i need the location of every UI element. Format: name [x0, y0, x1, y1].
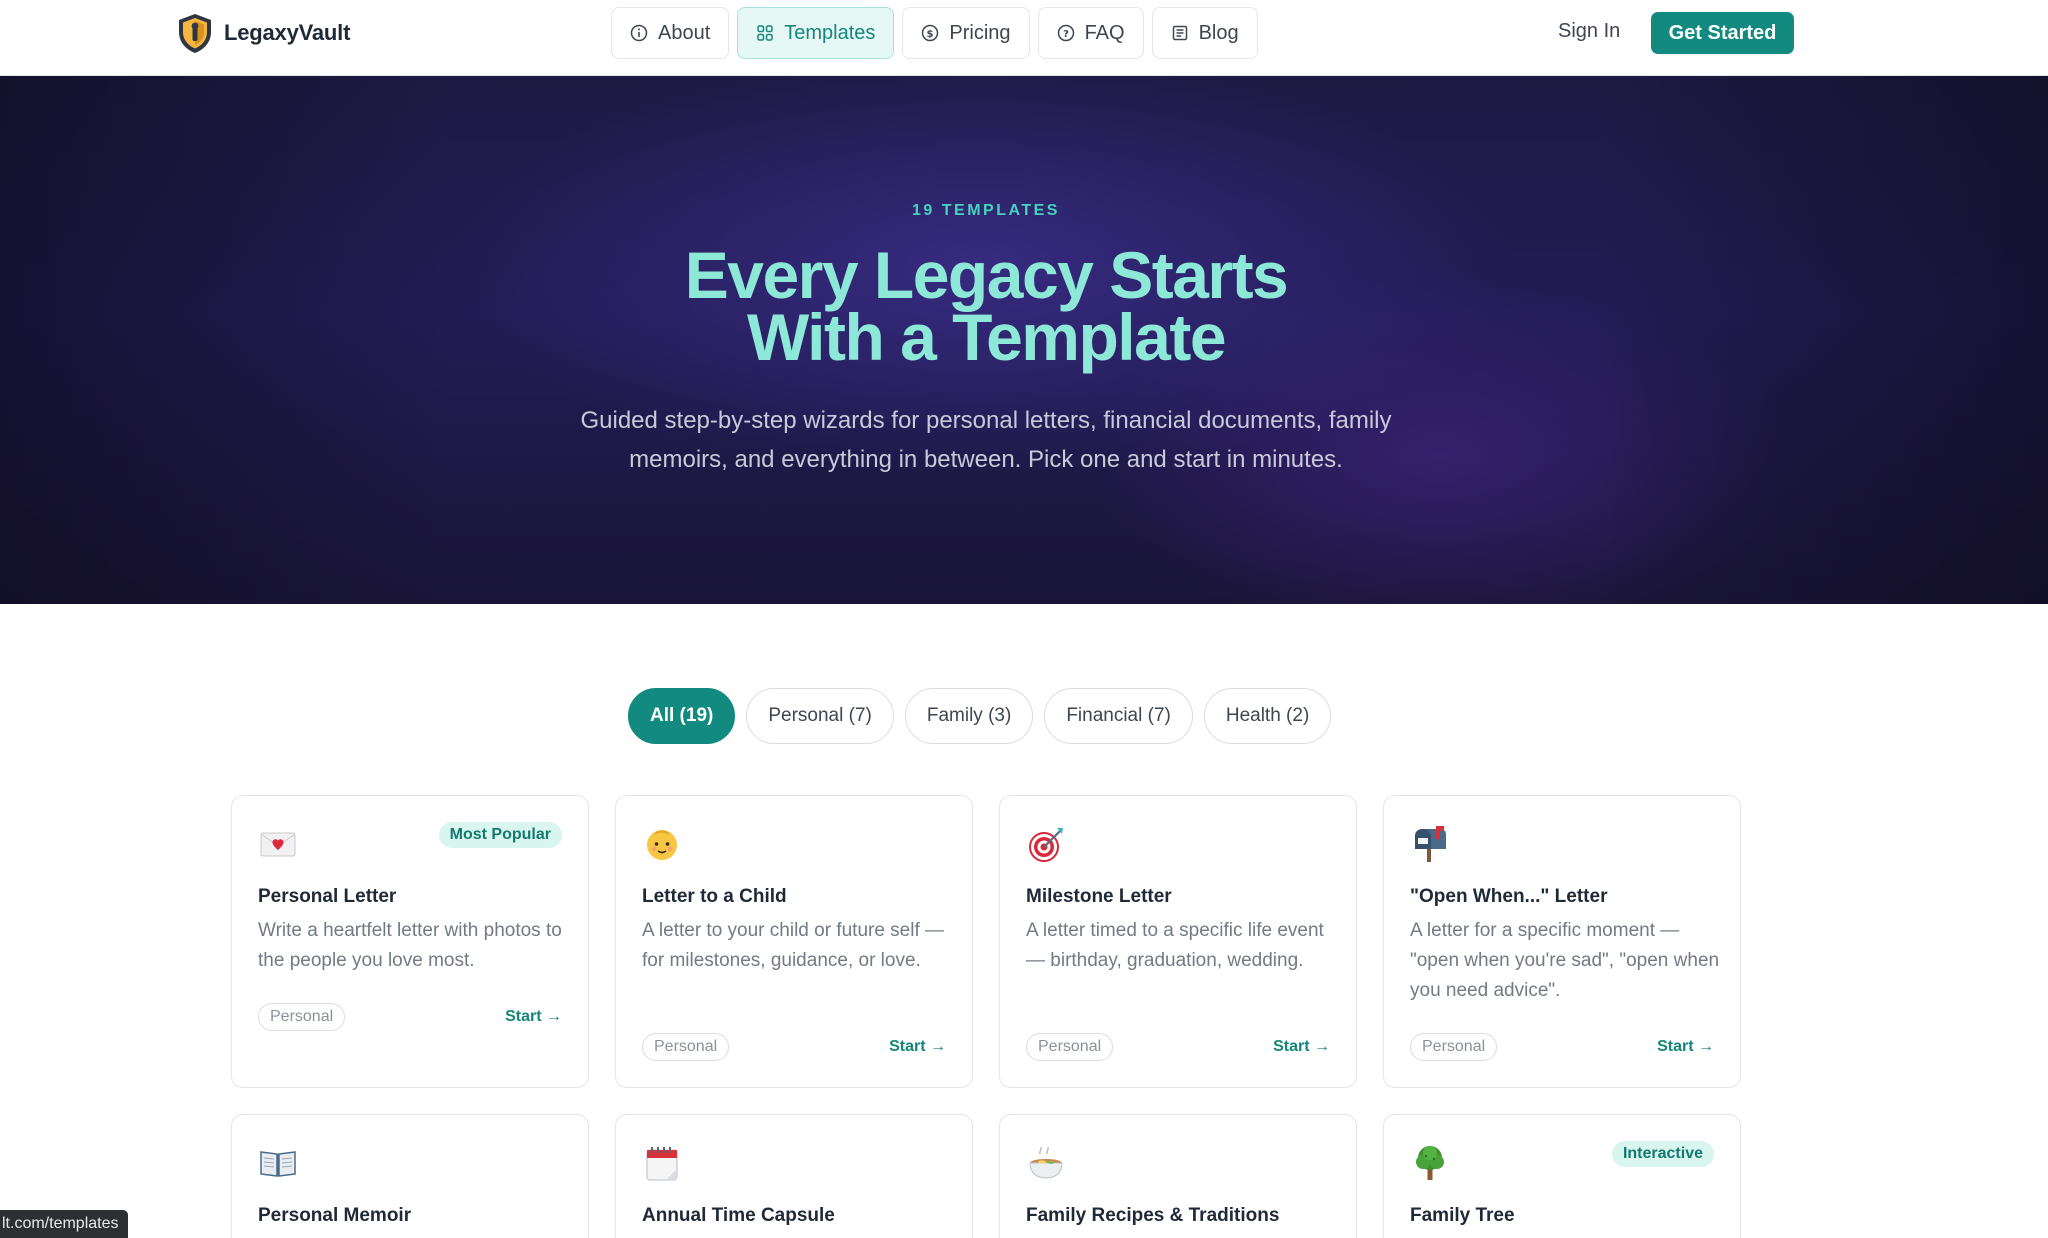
filter-personal[interactable]: Personal (7) [746, 688, 894, 744]
interactive-badge: Interactive [1611, 1141, 1714, 1167]
template-card-open-when-letter[interactable]: "Open When..." Letter A letter for a spe… [1383, 795, 1741, 1088]
hero-subtitle: Guided step-by-step wizards for personal… [536, 401, 1436, 479]
start-link[interactable]: Start → [1273, 1038, 1330, 1056]
target-icon [1026, 824, 1066, 864]
filter-health[interactable]: Health (2) [1203, 688, 1332, 744]
nav-link-about[interactable]: About [611, 7, 730, 59]
mailbox-icon [1410, 824, 1450, 864]
template-card-family-recipes-traditions[interactable]: Family Recipes & Traditions [999, 1114, 1357, 1238]
calendar-icon [642, 1143, 682, 1183]
sign-in-link[interactable]: Sign In [1558, 20, 1620, 43]
help-circle-icon: ? [1057, 24, 1074, 42]
card-title: Annual Time Capsule [642, 1205, 835, 1226]
tree-icon [1410, 1143, 1450, 1183]
nav-link-faq[interactable]: ? FAQ [1037, 7, 1144, 59]
category-tag: Personal [1410, 1033, 1498, 1061]
status-bar-url: lt.com/templates [0, 1210, 129, 1238]
template-card-family-tree[interactable]: Interactive Family Tree [1383, 1114, 1741, 1238]
nav-link-label: Pricing [949, 21, 1011, 44]
hero-subtitle-line-2: memoirs, and everything in between. Pick… [629, 446, 1343, 473]
shield-logo-icon [179, 14, 211, 53]
brand[interactable]: LegaxyVault [176, 12, 350, 54]
template-card-personal-letter[interactable]: Most Popular Personal Letter Write a hea… [231, 795, 589, 1088]
get-started-button[interactable]: Get Started [1651, 12, 1794, 54]
svg-text:?: ? [1063, 29, 1069, 40]
grid-icon [757, 25, 774, 41]
nav-link-blog[interactable]: Blog [1151, 7, 1258, 59]
nav-link-label: FAQ [1084, 21, 1125, 44]
card-title: Family Recipes & Traditions [1026, 1205, 1280, 1226]
card-title: Milestone Letter [1026, 886, 1172, 907]
hero-eyebrow: 19 TEMPLATES [912, 202, 1060, 219]
card-description: A letter timed to a specific life event … [1026, 920, 1324, 971]
category-tag: Personal [1026, 1033, 1114, 1061]
start-link[interactable]: Start → [889, 1038, 946, 1056]
baby-icon [642, 824, 682, 864]
dollar-icon: $ [922, 24, 939, 42]
filter-all[interactable]: All (19) [628, 688, 736, 744]
category-filters: All (19) Personal (7) Family (3) Financi… [628, 688, 1332, 744]
most-popular-badge: Most Popular [438, 822, 562, 848]
card-title: Personal Letter [258, 886, 397, 907]
template-card-personal-memoir[interactable]: Personal Memoir [231, 1114, 589, 1238]
filter-family[interactable]: Family (3) [904, 688, 1034, 744]
nav-links: About Templates $ Pricing ? FAQ Blog [611, 7, 1258, 59]
card-description: A letter for a specific moment — "open w… [1410, 920, 1720, 1001]
hero: 19 TEMPLATES Every Legacy Starts With a … [0, 76, 2048, 604]
top-nav: LegaxyVault About Templates $ Pricing ? … [0, 0, 2048, 76]
svg-text:$: $ [927, 29, 934, 40]
open-book-icon [258, 1143, 298, 1183]
card-description: Write a heartfelt letter with photos to … [258, 920, 562, 971]
card-title: Letter to a Child [642, 886, 787, 907]
nav-link-label: About [658, 21, 711, 44]
card-description: A letter to your child or future self — … [642, 920, 945, 971]
brand-name: LegaxyVault [224, 20, 351, 45]
start-link[interactable]: Start → [1657, 1038, 1714, 1056]
category-tag: Personal [258, 1003, 346, 1031]
hero-title: Every Legacy Starts With a Template [0, 238, 1972, 374]
card-title: "Open When..." Letter [1410, 886, 1608, 907]
start-link[interactable]: Start → [505, 1008, 562, 1026]
hero-subtitle-line-1: Guided step-by-step wizards for personal… [580, 407, 1392, 434]
nav-link-label: Templates [784, 21, 876, 44]
love-letter-icon [258, 824, 298, 864]
nav-link-templates[interactable]: Templates [737, 7, 895, 59]
hero-title-line-1: Every Legacy Starts [684, 238, 1289, 312]
card-title: Family Tree [1410, 1205, 1515, 1226]
filter-financial[interactable]: Financial (7) [1044, 688, 1193, 744]
template-card-letter-to-a-child[interactable]: Letter to a Child A letter to your child… [615, 795, 973, 1088]
template-card-annual-time-capsule[interactable]: Annual Time Capsule [615, 1114, 973, 1238]
nav-link-label: Blog [1198, 21, 1239, 44]
bowl-icon [1026, 1143, 1066, 1183]
newspaper-icon [1172, 25, 1187, 41]
category-tag: Personal [642, 1033, 730, 1061]
hero-title-line-2: With a Template [746, 300, 1227, 374]
nav-link-pricing[interactable]: $ Pricing [902, 7, 1030, 59]
card-title: Personal Memoir [258, 1205, 412, 1226]
info-icon [630, 24, 648, 42]
template-card-milestone-letter[interactable]: Milestone Letter A letter timed to a spe… [999, 795, 1357, 1088]
